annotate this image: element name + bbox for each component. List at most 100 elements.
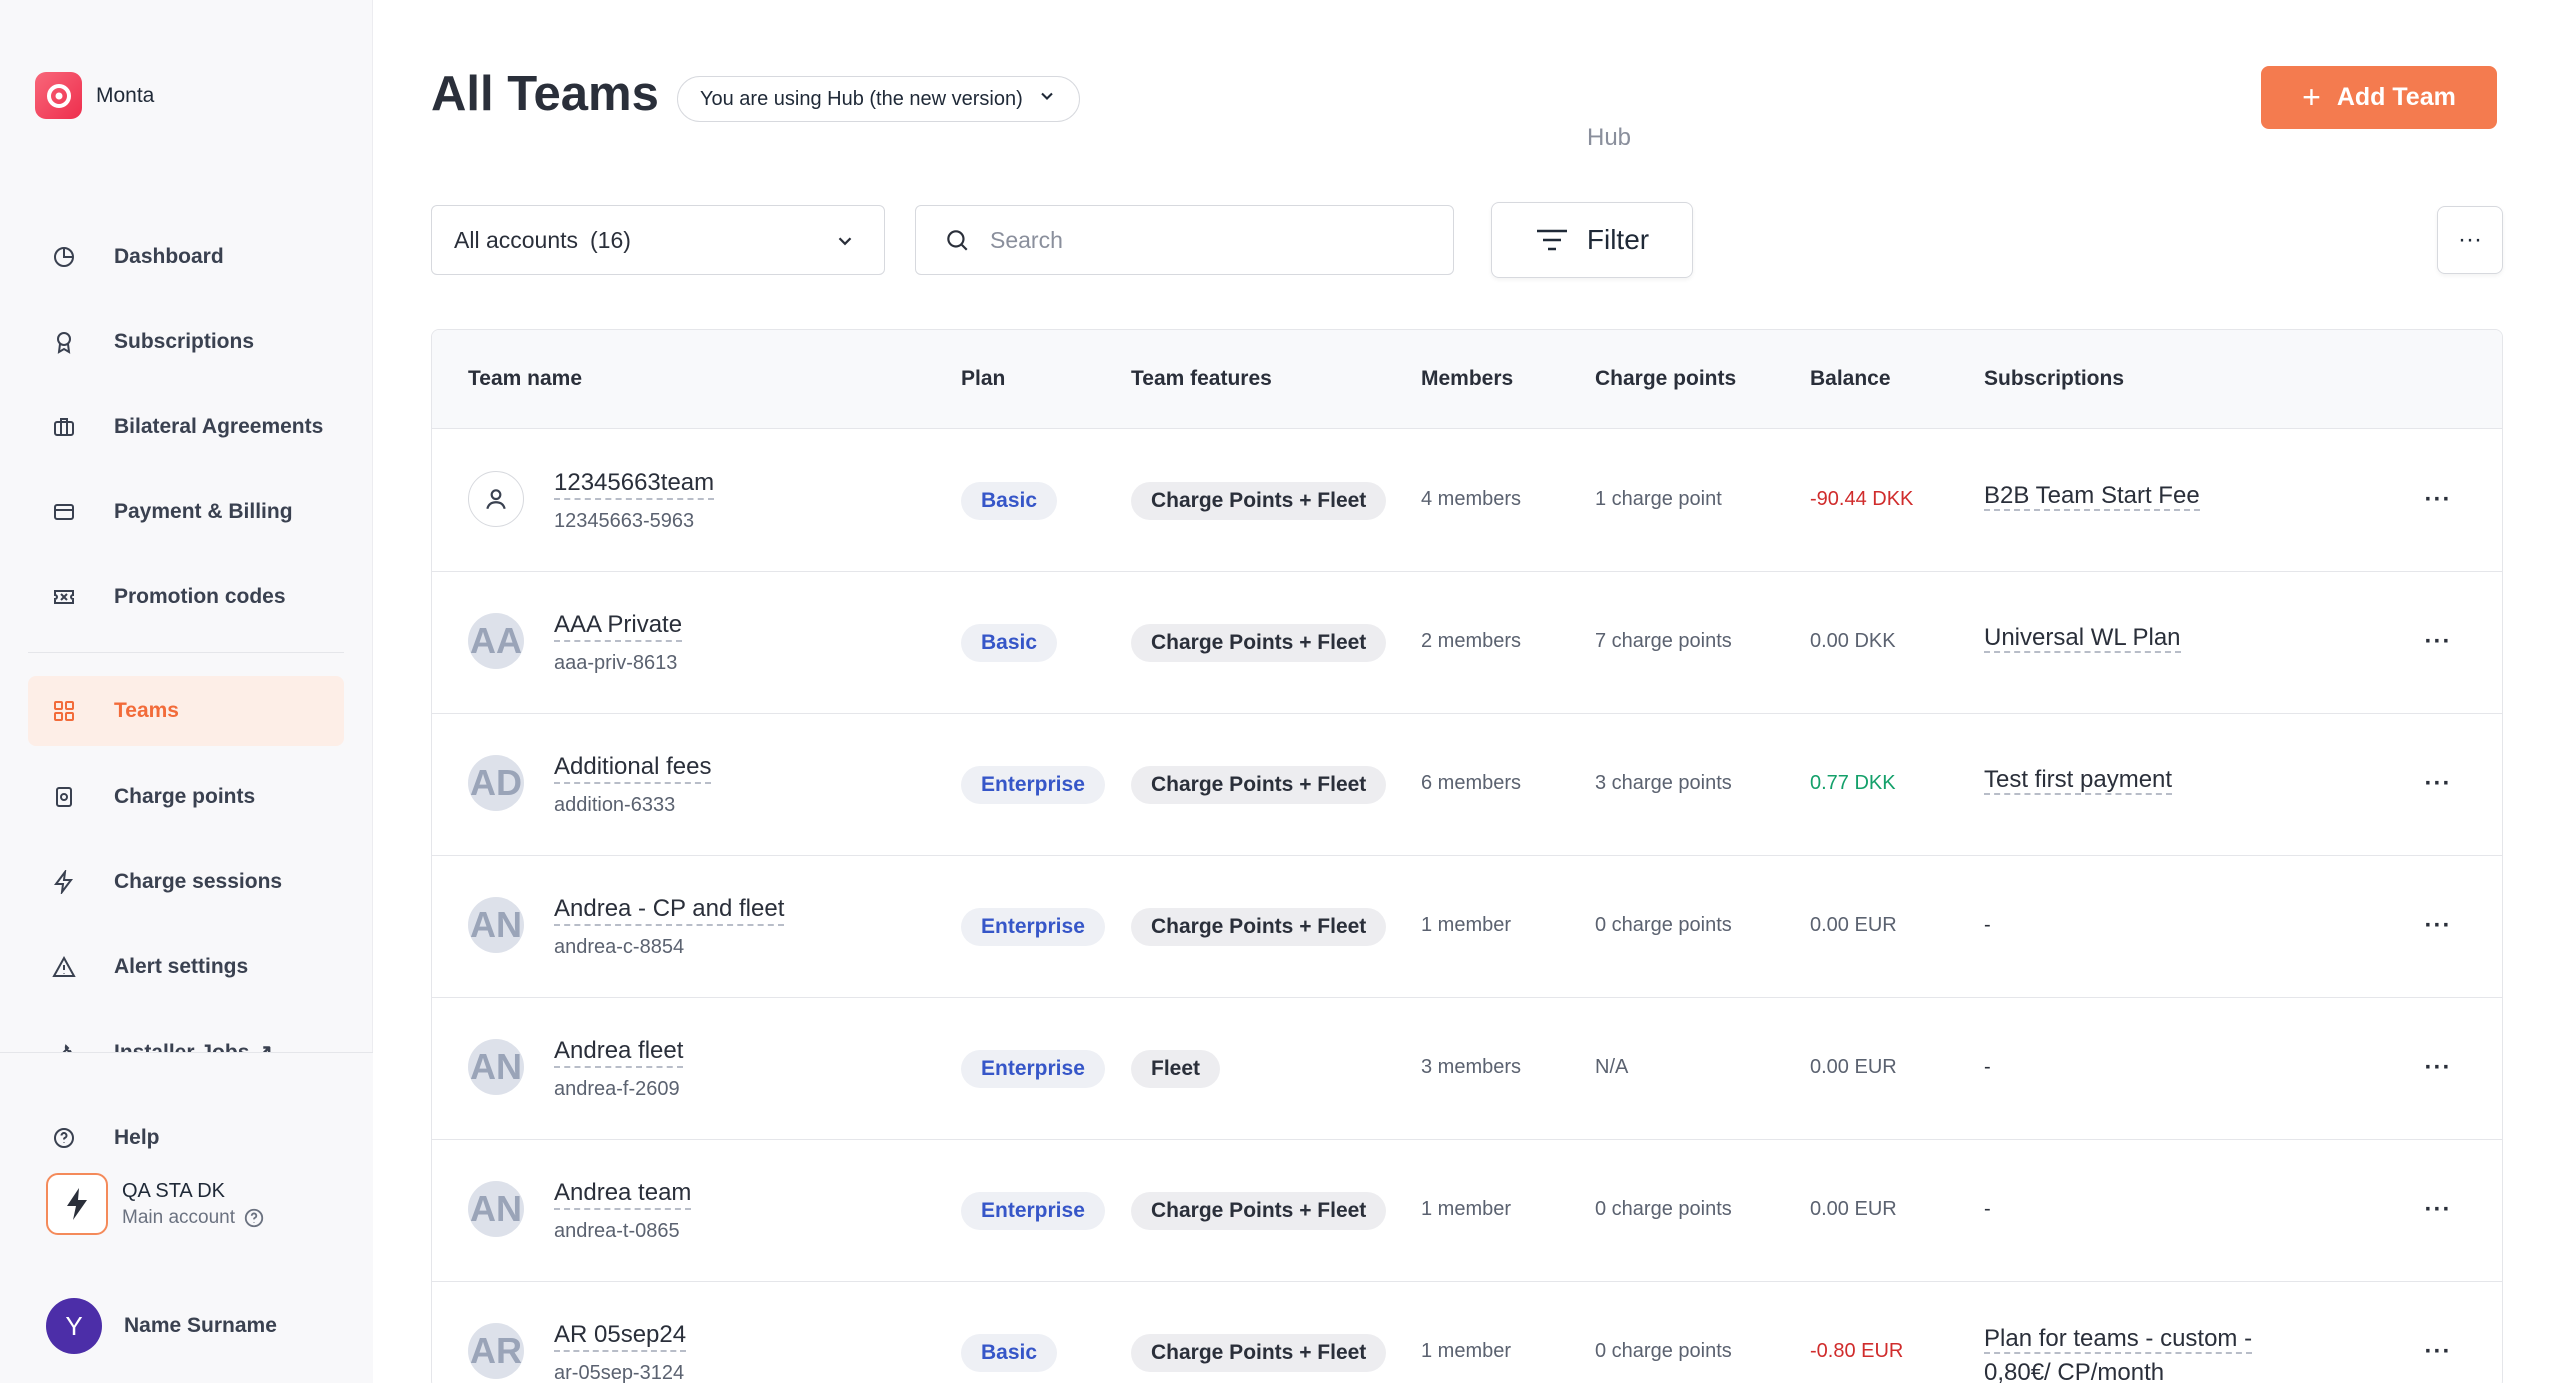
plan-badge: Basic — [961, 1334, 1058, 1372]
subscription-text: Test first payment — [1984, 766, 2173, 795]
sidebar-item-label: Charge sessions — [114, 870, 283, 893]
nav-divider — [28, 652, 344, 653]
plan-badge: Basic — [961, 482, 1058, 520]
brand-suffix: Hub — [1587, 124, 1632, 151]
sidebar-item-charge-points[interactable]: Charge points — [28, 762, 344, 832]
row-more-button[interactable]: ··· — [2418, 624, 2458, 660]
column-header[interactable]: Subscriptions — [1984, 367, 2124, 391]
credit-card-icon — [50, 498, 78, 526]
balance-cell: 0.00 EUR — [1810, 914, 1897, 936]
charge-points-cell: 7 charge points — [1595, 630, 1732, 652]
features-badge: Charge Points + Fleet — [1131, 624, 1387, 662]
row-more-button[interactable]: ··· — [2418, 908, 2458, 944]
column-header[interactable]: Team features — [1131, 367, 1272, 391]
sidebar-item-label: Alert settings — [114, 955, 249, 978]
info-icon[interactable] — [243, 1207, 265, 1229]
column-header[interactable]: Team name — [468, 367, 582, 391]
subscription-link[interactable]: Plan for teams - custom - 0,80€/ CP/mont… — [1984, 1322, 2314, 1383]
team-name-link[interactable]: Andrea - CP and fleet — [554, 894, 785, 926]
sidebar-item-dashboard[interactable]: Dashboard — [28, 222, 344, 292]
column-header[interactable]: Plan — [961, 367, 1005, 391]
members-cell: 4 members — [1421, 488, 1522, 510]
row-more-button[interactable]: ··· — [2418, 482, 2458, 518]
more-options-button[interactable]: ··· — [2437, 206, 2503, 274]
sidebar-item-label: Payment & Billing — [114, 500, 293, 523]
subscription-cell: - — [1984, 1198, 1991, 1220]
briefcase-icon — [50, 413, 78, 441]
sidebar-item-label: Dashboard — [114, 245, 224, 268]
sidebar: Monta Hub Dashboard Subscriptions Bilate… — [0, 0, 1631, 1383]
team-id: aaa-priv-8613 — [554, 652, 678, 674]
plan-badge: Enterprise — [961, 908, 1105, 946]
team-id: ar-05sep-3124 — [554, 1362, 685, 1383]
charger-icon — [50, 783, 78, 811]
sidebar-item-label: Teams — [114, 699, 179, 722]
bolt-icon — [50, 868, 78, 896]
subscription-link[interactable]: B2B Team Start Fee — [1984, 482, 2200, 511]
accounts-count: (16) — [590, 226, 631, 253]
members-cell: 3 members — [1421, 1056, 1522, 1078]
team-name-link[interactable]: AR 05sep24 — [554, 1320, 687, 1352]
row-more-button[interactable]: ··· — [2418, 1334, 2458, 1370]
table-row[interactable]: 12345663team 12345663-5963 Basic Charge Poi… — [432, 430, 2502, 572]
help-icon — [50, 1124, 78, 1152]
filter-button[interactable]: Filter — [1491, 202, 1693, 278]
version-label: You are using Hub (the new version) — [700, 87, 1023, 110]
account-name: QA STA DK — [122, 1179, 225, 1202]
sidebar-item-help[interactable]: Help — [28, 1103, 344, 1173]
account-switcher[interactable]: QA STA DK Main account — [46, 1173, 265, 1235]
team-name-link[interactable]: Andrea fleet — [554, 1036, 684, 1068]
members-cell: 6 members — [1421, 772, 1522, 794]
table-row[interactable]: AD Additional fees addition-6333 Enterprise… — [432, 714, 2502, 856]
column-header[interactable]: Balance — [1810, 367, 1891, 391]
charge-points-cell: 3 charge points — [1595, 772, 1732, 794]
sidebar-item-charge-sessions[interactable]: Charge sessions — [28, 847, 344, 917]
column-header[interactable]: Charge points — [1595, 367, 1736, 391]
team-avatar: AN — [468, 1181, 524, 1237]
table-row[interactable]: AR AR 05sep24 ar-05sep-3124 Basic Charge Poi… — [432, 1282, 2502, 1383]
brand[interactable]: Monta Hub — [35, 72, 1631, 151]
table-row[interactable]: AN Andrea fleet andrea-f-2609 Enterprise Fle… — [432, 998, 2502, 1140]
person-icon — [468, 471, 524, 527]
row-more-button[interactable]: ··· — [2418, 1050, 2458, 1086]
subscription-cell: - — [1984, 1056, 1991, 1078]
row-more-button[interactable]: ··· — [2418, 766, 2458, 802]
team-avatar: AA — [468, 613, 524, 669]
user-menu[interactable]: Y Name Surname — [46, 1298, 277, 1354]
account-role: Main account — [122, 1206, 236, 1228]
search-input[interactable]: Search — [915, 205, 1454, 275]
table-row[interactable]: AN Andrea team andrea-t-0865 Enterprise Char… — [432, 1140, 2502, 1282]
team-name-link[interactable]: AAA Private — [554, 610, 683, 642]
subscription-cell: - — [1984, 914, 1991, 936]
team-name-link[interactable]: 12345663team — [554, 468, 715, 500]
sidebar-item-alert-settings[interactable]: Alert settings — [28, 932, 344, 1002]
plan-badge: Enterprise — [961, 1192, 1105, 1230]
table-row[interactable]: AN Andrea - CP and fleet andrea-c-8854 Ente… — [432, 856, 2502, 998]
accounts-select[interactable]: All accounts (16) — [431, 205, 885, 275]
team-name-link[interactable]: Additional fees — [554, 752, 712, 784]
sidebar-item-teams[interactable]: Teams — [28, 676, 344, 746]
row-more-button[interactable]: ··· — [2418, 1192, 2458, 1228]
sidebar-item-promotion-codes[interactable]: Promotion codes — [28, 562, 344, 632]
features-badge: Charge Points + Fleet — [1131, 1334, 1387, 1372]
user-name: Name Surname — [124, 1314, 277, 1337]
balance-cell: 0.00 EUR — [1810, 1056, 1897, 1078]
filter-icon — [1535, 227, 1569, 253]
sidebar-item-label: Subscriptions — [114, 330, 255, 353]
sidebar-item-label: Bilateral Agreements — [114, 415, 324, 438]
subscription-link[interactable]: Universal WL Plan — [1984, 624, 2181, 653]
sidebar-item-payment-billing[interactable]: Payment & Billing — [28, 477, 344, 547]
team-name-link[interactable]: Andrea team — [554, 1178, 692, 1210]
column-header[interactable]: Members — [1421, 367, 1513, 391]
features-badge: Charge Points + Fleet — [1131, 908, 1387, 946]
sidebar-item-bilateral-agreements[interactable]: Bilateral Agreements — [28, 392, 344, 462]
subscription-link[interactable]: Test first payment — [1984, 766, 2173, 795]
account-logo-icon — [46, 1173, 108, 1235]
add-team-button[interactable]: + Add Team — [2261, 66, 2497, 129]
sidebar-item-subscriptions[interactable]: Subscriptions — [28, 307, 344, 377]
plus-icon: + — [2302, 79, 2321, 115]
version-switcher[interactable]: You are using Hub (the new version) — [677, 76, 1080, 122]
balance-cell: -90.44 DKK — [1810, 488, 1914, 510]
features-badge: Charge Points + Fleet — [1131, 766, 1387, 804]
table-row[interactable]: AA AAA Private aaa-priv-8613 Basic Charge Po… — [432, 572, 2502, 714]
